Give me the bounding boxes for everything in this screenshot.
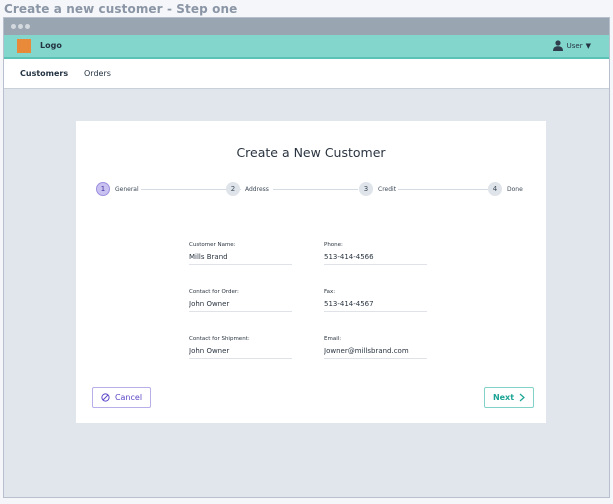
step-general[interactable]: 1 General	[96, 182, 139, 196]
step-number: 4	[488, 182, 502, 196]
tab-orders[interactable]: Orders	[84, 69, 111, 78]
contact-shipment-input[interactable]: John Owner	[189, 347, 292, 359]
step-number: 3	[359, 182, 373, 196]
window-titlebar	[4, 18, 609, 35]
cancel-button[interactable]: Cancel	[92, 387, 151, 408]
user-menu[interactable]: User ▼	[552, 40, 591, 51]
contact-order-label: Contact for Order:	[189, 289, 239, 295]
contact-shipment-label: Contact for Shipment:	[189, 336, 250, 342]
step-connector	[398, 189, 488, 190]
customer-name-input[interactable]: Mills Brand	[189, 253, 292, 265]
main-nav: Customers Orders	[4, 59, 609, 89]
app-window: Logo User ▼ Customers Orders Create a Ne…	[3, 17, 610, 498]
next-button[interactable]: Next	[484, 387, 534, 408]
contact-order-field: Contact for Order: John Owner	[189, 289, 292, 312]
next-label: Next	[492, 393, 515, 402]
logo-label[interactable]: Logo	[40, 41, 62, 50]
cancel-label: Cancel	[114, 393, 143, 402]
customer-name-field: Customer Name: Mills Brand	[189, 242, 292, 265]
step-number: 2	[226, 182, 240, 196]
create-customer-card: Create a New Customer 1 General 2 Addres…	[76, 121, 546, 423]
step-connector	[273, 189, 358, 190]
fax-label: Fax:	[324, 289, 336, 295]
phone-field: Phone: 513-414-4566	[324, 242, 427, 265]
form-title: Create a New Customer	[236, 145, 386, 160]
step-label: Address	[245, 185, 269, 193]
customer-name-label: Customer Name:	[189, 242, 236, 248]
fax-input[interactable]: 513-414-4567	[324, 300, 427, 312]
stepper: 1 General 2 Address 3 Credit 4 Done	[92, 182, 523, 198]
window-controls	[11, 24, 30, 29]
contact-shipment-field: Contact for Shipment: John Owner	[189, 336, 292, 359]
phone-label: Phone:	[324, 242, 343, 248]
logo-icon[interactable]	[17, 39, 31, 53]
step-done[interactable]: 4 Done	[488, 182, 523, 196]
email-label: Email:	[324, 336, 342, 342]
user-icon	[552, 40, 563, 51]
window-dot-icon[interactable]	[18, 24, 23, 29]
tab-customers[interactable]: Customers	[20, 69, 68, 78]
page-heading: Create a new customer - Step one	[4, 2, 238, 16]
cancel-icon	[101, 393, 110, 402]
caret-down-icon: ▼	[585, 41, 591, 50]
phone-input[interactable]: 513-414-4566	[324, 253, 427, 265]
step-label: Done	[507, 185, 523, 193]
contact-order-input[interactable]: John Owner	[189, 300, 292, 312]
user-label: User	[566, 41, 583, 50]
step-label: Credit	[378, 185, 397, 193]
email-input[interactable]: Jowner@millsbrand.com	[324, 347, 427, 359]
step-number: 1	[96, 182, 110, 196]
step-credit[interactable]: 3 Credit	[359, 182, 397, 196]
window-dot-icon[interactable]	[11, 24, 16, 29]
window-dot-icon[interactable]	[25, 24, 30, 29]
chevron-right-icon	[519, 393, 525, 402]
app-header: Logo User ▼	[4, 35, 609, 59]
step-label: General	[115, 185, 139, 193]
email-field: Email: Jowner@millsbrand.com	[324, 336, 427, 359]
fax-field: Fax: 513-414-4567	[324, 289, 427, 312]
step-address[interactable]: 2 Address	[226, 182, 269, 196]
